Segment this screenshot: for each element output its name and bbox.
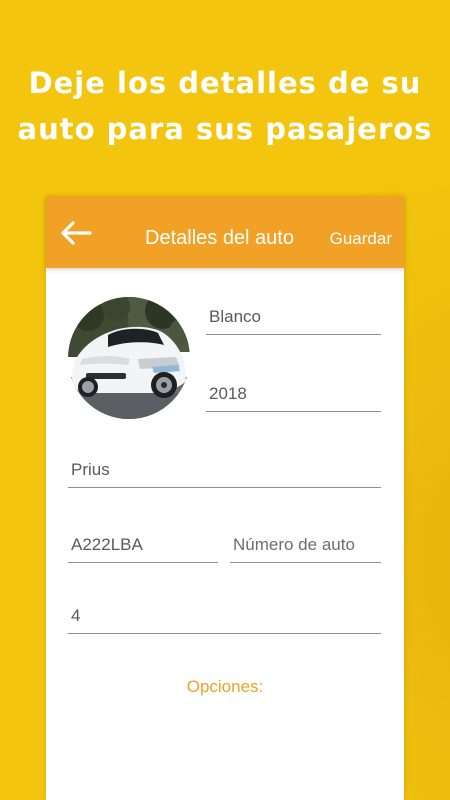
app-bar: Detalles del auto Guardar xyxy=(46,196,404,268)
car-details-screen: Detalles del auto Guardar Blanco 2018 Pr… xyxy=(46,196,404,800)
headline-line-2: auto para sus pasajeros xyxy=(17,112,433,146)
year-value: 2018 xyxy=(209,384,247,403)
plate-value: A222LBA xyxy=(71,535,143,554)
car-number-field[interactable]: Número de auto xyxy=(230,528,381,563)
seats-field[interactable]: 4 xyxy=(68,599,381,634)
car-number-placeholder: Número de auto xyxy=(233,535,355,554)
plate-field[interactable]: A222LBA xyxy=(68,528,218,563)
headline: Deje los detalles de su auto para sus pa… xyxy=(0,60,450,152)
car-photo[interactable] xyxy=(68,297,190,419)
arrow-left-icon xyxy=(61,221,92,245)
model-field[interactable]: Prius xyxy=(68,453,381,488)
seats-value: 4 xyxy=(71,606,81,625)
model-value: Prius xyxy=(71,460,110,479)
car-image xyxy=(68,297,190,419)
color-field[interactable]: Blanco xyxy=(206,300,381,335)
save-button[interactable]: Guardar xyxy=(330,228,392,250)
color-value: Blanco xyxy=(209,307,261,326)
options-label: Opciones: xyxy=(186,677,264,696)
headline-line-1: Deje los detalles de su xyxy=(28,66,422,100)
back-button[interactable] xyxy=(58,218,94,248)
page-title: Detalles del auto xyxy=(145,227,294,249)
year-field[interactable]: 2018 xyxy=(206,377,381,412)
